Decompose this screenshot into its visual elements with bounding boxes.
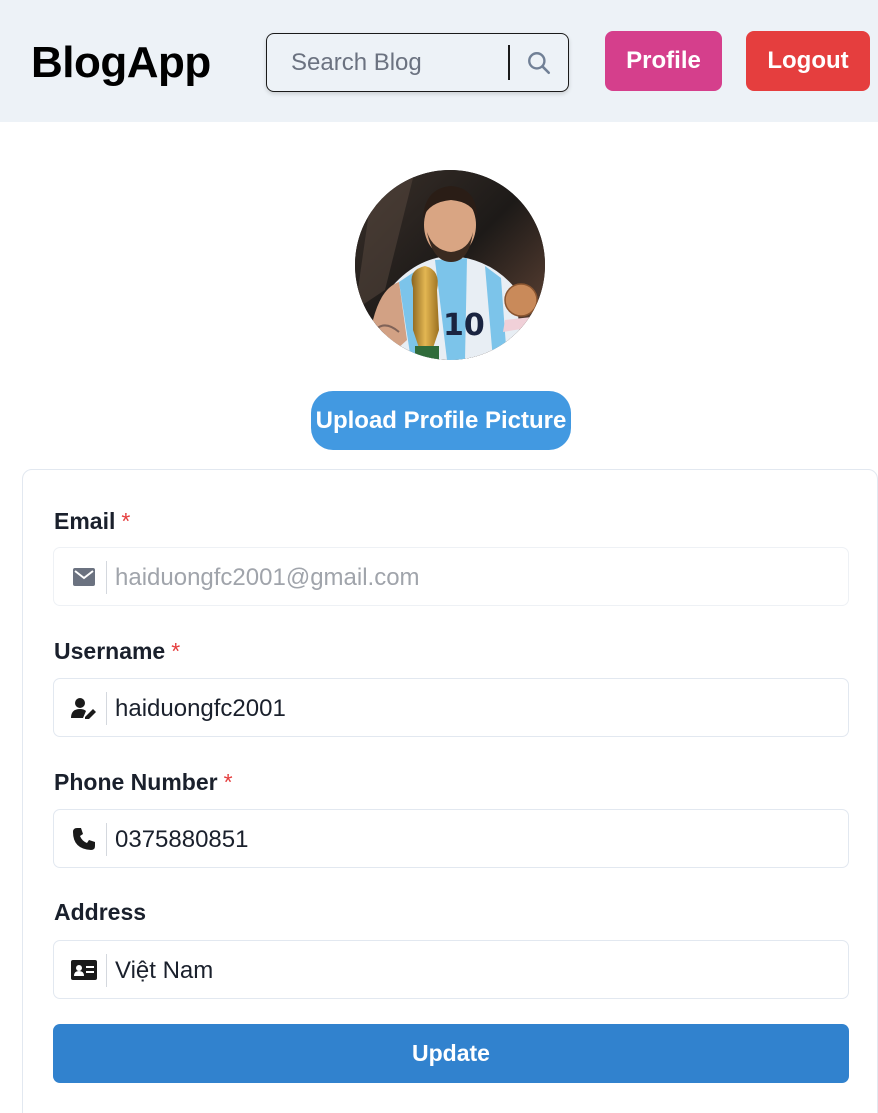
phone-field[interactable]: 0375880851: [53, 809, 849, 868]
address-label: Address: [54, 899, 147, 925]
required-mark: *: [121, 508, 131, 534]
header: BlogApp Profile Logout: [0, 0, 878, 122]
field-divider: [106, 561, 107, 594]
email-value: haiduongfc2001@gmail.com: [115, 564, 420, 591]
avatar: 10: [355, 170, 545, 360]
address-field[interactable]: Việt Nam: [53, 940, 849, 999]
email-field[interactable]: haiduongfc2001@gmail.com: [53, 547, 849, 606]
user-edit-icon: [70, 694, 98, 722]
field-divider: [106, 823, 107, 856]
logout-button[interactable]: Logout: [746, 31, 870, 91]
id-card-icon: [70, 956, 98, 984]
required-mark: *: [223, 769, 233, 795]
username-field[interactable]: haiduongfc2001: [53, 678, 849, 737]
search-box: [266, 33, 569, 92]
update-button[interactable]: Update: [53, 1024, 849, 1083]
app-logo[interactable]: BlogApp: [31, 36, 211, 90]
field-divider: [106, 954, 107, 987]
field-divider: [106, 692, 107, 725]
envelope-icon: [70, 563, 98, 591]
phone-label: Phone Number *: [54, 769, 233, 795]
search-divider: [508, 45, 510, 80]
profile-button[interactable]: Profile: [605, 31, 722, 91]
search-input[interactable]: [291, 46, 506, 80]
svg-text:10: 10: [443, 308, 485, 343]
required-mark: *: [171, 638, 181, 664]
profile-form-card: Email * haiduongfc2001@gmail.com Username…: [22, 469, 878, 1113]
address-value: Việt Nam: [115, 957, 214, 984]
email-label: Email *: [54, 508, 131, 534]
username-label: Username *: [54, 638, 181, 664]
username-value: haiduongfc2001: [115, 695, 286, 722]
search-button[interactable]: [521, 46, 557, 80]
phone-icon: [70, 825, 98, 853]
phone-value: 0375880851: [115, 826, 249, 853]
upload-profile-picture-button[interactable]: Upload Profile Picture: [311, 391, 571, 450]
search-icon: [528, 52, 551, 75]
